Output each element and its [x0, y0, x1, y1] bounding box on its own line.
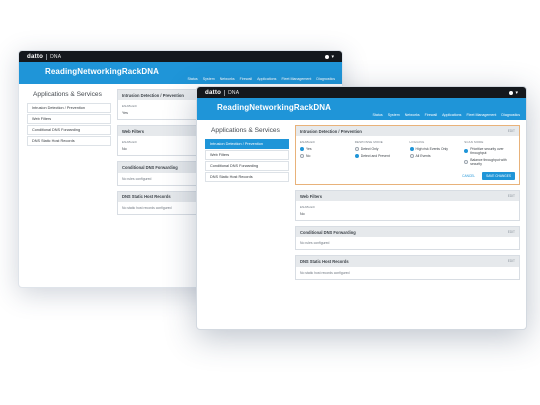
logging-label: LOGGING — [409, 140, 425, 145]
scan-mode-label: SCAN MODE — [464, 140, 484, 145]
edit-link[interactable]: EDIT — [508, 259, 515, 263]
static-hosts-card: DNS Static Host Records EDIT No static h… — [295, 255, 520, 280]
card-title: Web Filters — [122, 128, 144, 134]
nav-diagnostics[interactable]: Diagnostics — [316, 77, 335, 81]
nav-networks[interactable]: Networks — [220, 77, 235, 81]
balance-throughput-radio[interactable]: Balance throughput with security — [464, 158, 515, 166]
all-events-radio[interactable]: All Events — [409, 153, 461, 158]
cancel-button[interactable]: CANCEL — [459, 172, 478, 180]
edit-link[interactable]: EDIT — [508, 194, 515, 198]
page-title: Applications & Services — [33, 91, 102, 98]
ids-card: Intrusion Detection / Prevention EDIT EN… — [295, 125, 520, 185]
empty-text: No static host records configured — [300, 270, 350, 275]
top-bar: datto DNA ▾ — [19, 51, 342, 62]
sidebar-item-web-filters[interactable]: Web Filters — [27, 114, 111, 124]
device-banner: ReadingNetworkingRackDNA Status System N… — [197, 98, 526, 120]
sidebar: Applications & Services Intrusion Detect… — [19, 89, 111, 220]
enabled-yes-radio[interactable]: Yes — [300, 147, 351, 152]
sidebar-item-static-hosts[interactable]: DNS Static Host Records — [27, 136, 111, 146]
foreground-window: datto DNA ▾ ReadingNetworkingRackDNA Stat… — [196, 86, 527, 330]
user-icon — [509, 90, 514, 95]
user-menu[interactable]: ▾ — [325, 54, 334, 60]
sidebar-item-conditional-dns[interactable]: Conditional DNS Forwarding — [27, 125, 111, 135]
card-title: Intrusion Detection / Prevention — [122, 92, 184, 98]
device-name: ReadingNetworkingRackDNA — [45, 67, 159, 76]
device-banner: ReadingNetworkingRackDNA Status System N… — [19, 62, 342, 84]
datto-logo: datto DNA — [27, 53, 62, 60]
datto-logo: datto DNA — [205, 89, 240, 96]
enabled-no-radio[interactable]: No — [300, 153, 351, 158]
user-menu[interactable]: ▾ — [509, 90, 518, 96]
card-title: Web Filters — [300, 193, 322, 199]
nav-system[interactable]: System — [203, 77, 215, 81]
detect-only-radio[interactable]: Detect Only — [354, 147, 406, 152]
sidebar-item-static-hosts[interactable]: DNS Static Host Records — [205, 172, 289, 182]
card-title: DNS Static Host Records — [300, 258, 349, 264]
nav-status[interactable]: Status — [373, 113, 383, 117]
top-bar: datto DNA ▾ — [197, 87, 526, 98]
main-nav: Status System Networks Firewall Applicat… — [188, 77, 336, 81]
nav-fleet-management[interactable]: Fleet Management — [281, 77, 311, 81]
nav-status[interactable]: Status — [188, 77, 198, 81]
user-icon — [325, 54, 330, 59]
save-changes-button[interactable]: SAVE CHANGES — [482, 171, 515, 180]
nav-system[interactable]: System — [388, 113, 400, 117]
sidebar: Applications & Services Intrusion Detect… — [197, 125, 289, 285]
sidebar-item-conditional-dns[interactable]: Conditional DNS Forwarding — [205, 161, 289, 171]
enabled-value: No — [300, 212, 305, 217]
response-mode-label: RESPONSE MODE — [354, 140, 383, 145]
nav-fleet-management[interactable]: Fleet Management — [466, 113, 496, 117]
card-title: Conditional DNS Forwarding — [122, 164, 178, 170]
detect-prevent-radio[interactable]: Detect and Prevent — [354, 153, 406, 158]
high-risk-radio[interactable]: High risk Events Only — [409, 147, 461, 152]
enabled-label: ENABLED — [300, 205, 315, 210]
enabled-label: ENABLED — [300, 140, 315, 145]
web-filters-card: Web Filters EDIT ENABLED No — [295, 189, 520, 222]
sidebar-item-ids[interactable]: Intrusion Detection / Prevention — [205, 139, 289, 149]
edit-link[interactable]: EDIT — [508, 129, 515, 133]
nav-firewall[interactable]: Firewall — [240, 77, 252, 81]
card-title: Conditional DNS Forwarding — [300, 229, 356, 235]
conditional-dns-card: Conditional DNS Forwarding EDIT No rules… — [295, 226, 520, 251]
empty-text: No rules configured — [300, 241, 330, 246]
nav-networks[interactable]: Networks — [405, 113, 420, 117]
sidebar-item-ids[interactable]: Intrusion Detection / Prevention — [27, 103, 111, 113]
page-title: Applications & Services — [211, 127, 280, 134]
prioritize-security-radio[interactable]: Prioritize security over throughput — [464, 147, 515, 155]
nav-applications[interactable]: Applications — [442, 113, 461, 117]
card-title: Intrusion Detection / Prevention — [300, 128, 362, 134]
sidebar-item-web-filters[interactable]: Web Filters — [205, 150, 289, 160]
main-nav: Status System Networks Firewall Applicat… — [373, 113, 521, 117]
nav-firewall[interactable]: Firewall — [425, 113, 437, 117]
nav-diagnostics[interactable]: Diagnostics — [501, 113, 520, 117]
device-name: ReadingNetworkingRackDNA — [217, 103, 331, 112]
edit-link[interactable]: EDIT — [508, 230, 515, 234]
nav-applications[interactable]: Applications — [257, 77, 276, 81]
card-title: DNS Static Host Records — [122, 194, 171, 200]
